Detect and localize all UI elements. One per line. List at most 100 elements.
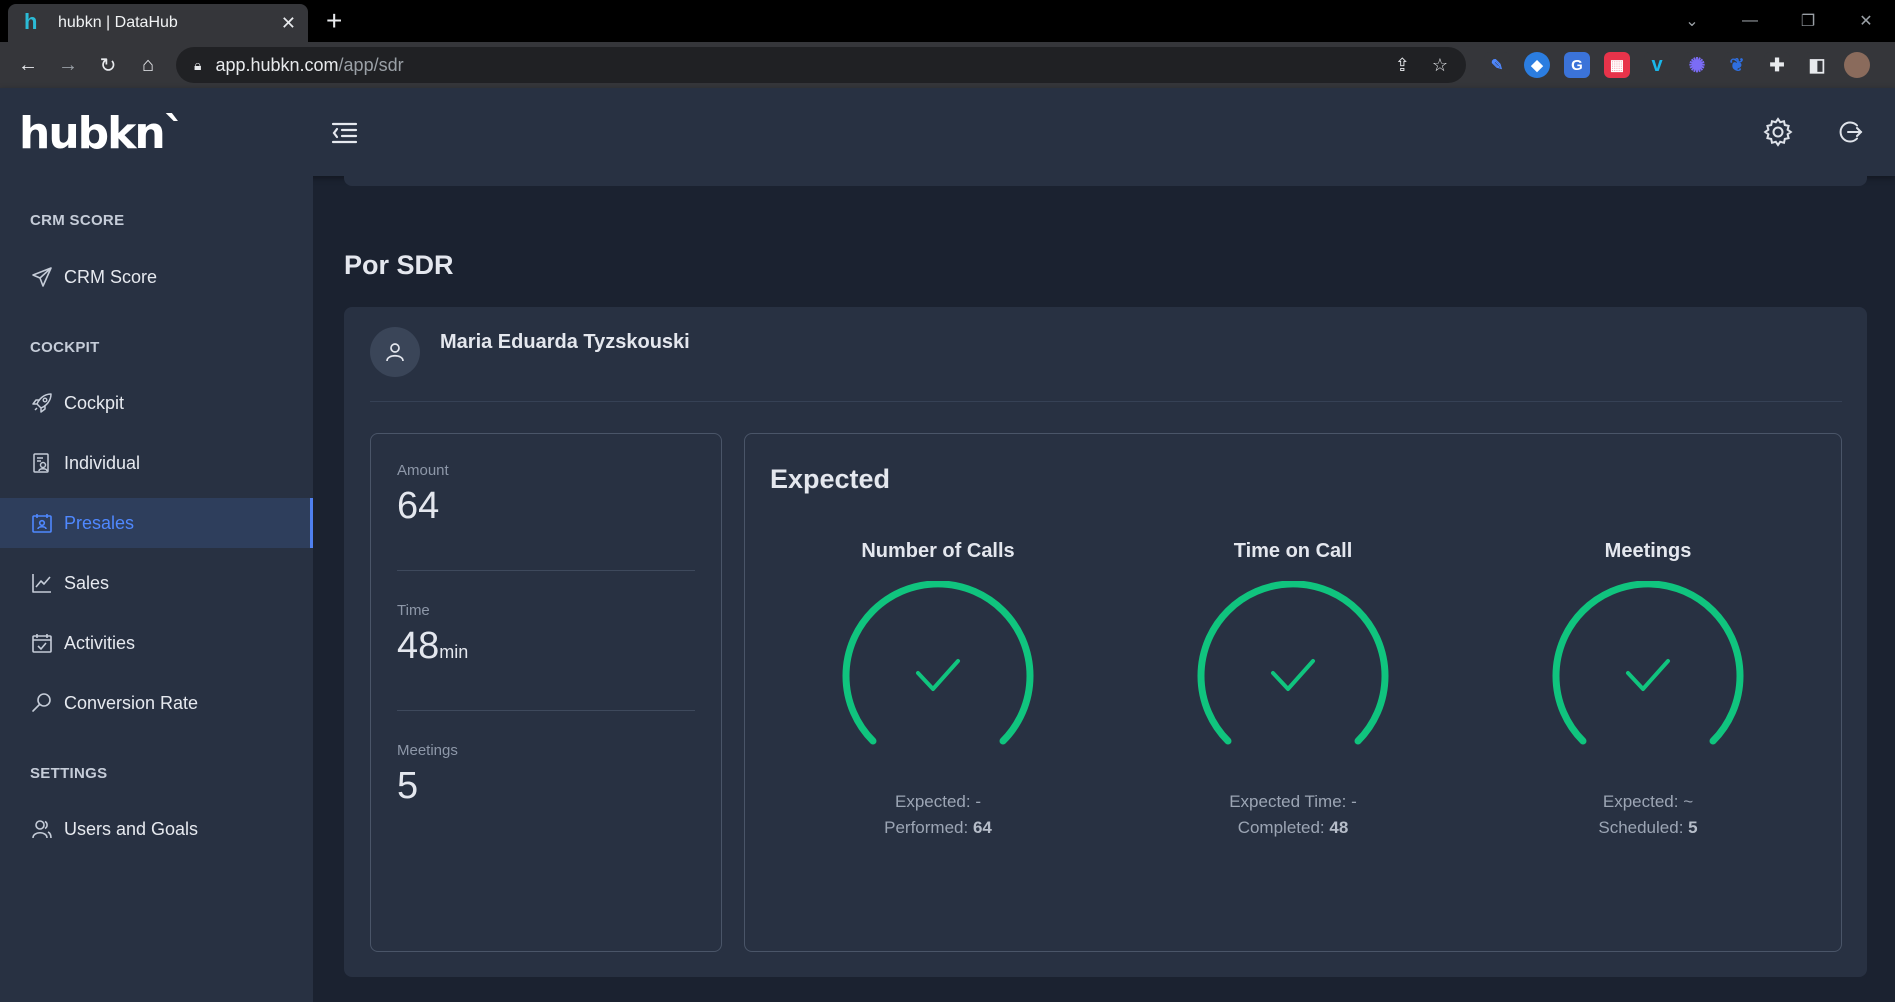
divider (370, 401, 1842, 402)
stats-panel: Amount 64 Time 48min Meetings 5 (370, 433, 722, 952)
side-panel-icon[interactable]: ◧ (1804, 52, 1830, 78)
gauge-meetings: Meetings Expected: ~ Scheduled: 5 (1498, 540, 1798, 841)
close-window-icon[interactable]: ✕ (1837, 11, 1895, 31)
address-bar[interactable]: 🔒︎ app.hubkn.com/app/sdr ⇪ ☆ (176, 47, 1466, 83)
stat-value: 5 (397, 765, 419, 807)
gauge-caption: Expected Time: - Completed: 48 (1229, 792, 1357, 837)
blue-diamond-extension-icon[interactable]: ◆ (1524, 52, 1550, 78)
gauge-time-on-call: Time on Call Expected Time: - Completed:… (1143, 540, 1443, 841)
sidebar-item-crm-score[interactable]: CRM Score (0, 252, 313, 302)
gauge-title: Number of Calls (861, 540, 1015, 562)
settings-gear-icon[interactable] (1762, 116, 1794, 148)
minimize-icon[interactable]: — (1721, 12, 1779, 30)
sidebar-item-label: Activities (64, 632, 136, 653)
sdr-name: Maria Eduarda Tyzskouski (440, 331, 690, 353)
magnifier-icon (30, 691, 54, 715)
feather-extension-icon[interactable]: ❦ (1724, 52, 1750, 78)
send-icon (30, 265, 54, 289)
extensions-area: ✎ ◆ G ▦ v ✺ ❦ ✚ ◧ (1484, 50, 1884, 80)
home-icon[interactable]: ⌂ (128, 54, 168, 77)
gauge-title: Time on Call (1233, 540, 1353, 562)
collapse-menu-icon[interactable] (330, 118, 360, 148)
check-icon (916, 659, 960, 691)
sidebar-item-label: Users and Goals (64, 818, 199, 839)
tab-search-icon[interactable]: ⌄ (1663, 11, 1721, 31)
puzzle-extensions-icon[interactable]: ✚ (1764, 52, 1790, 78)
sidebar-item-activities[interactable]: Activities (0, 618, 313, 668)
stat-value: 64 (397, 485, 440, 527)
gauge-arc (842, 581, 1034, 745)
vimeo-extension-icon[interactable]: v (1644, 52, 1670, 78)
window-controls: ⌄ — ❐ ✕ (1663, 0, 1895, 42)
sidebar-item-individual[interactable]: Individual (0, 438, 313, 488)
stat-label: Amount (397, 462, 449, 479)
line-chart-icon (30, 571, 54, 595)
close-tab-icon[interactable]: ✕ (281, 13, 296, 34)
red-extension-icon[interactable]: ▦ (1604, 52, 1630, 78)
browser-toolbar: ← → ↻ ⌂ 🔒︎ app.hubkn.com/app/sdr ⇪ ☆ ✎ ◆… (0, 42, 1895, 88)
stat-amount: Amount 64 (397, 462, 695, 528)
section-cockpit: COCKPIT (30, 339, 100, 356)
gauge-arc (1197, 581, 1389, 745)
sidebar: CRM SCORE CRM Score COCKPIT Cockpit Indi… (0, 176, 313, 1002)
sdr-card: Maria Eduarda Tyzskouski Amount 64 Time … (344, 307, 1867, 977)
url-text[interactable]: app.hubkn.com/app/sdr (215, 55, 1372, 76)
stat-time: Time 48min (397, 602, 695, 668)
back-icon[interactable]: ← (8, 54, 48, 77)
section-settings: SETTINGS (30, 765, 108, 782)
logout-icon[interactable] (1834, 116, 1866, 148)
hubkn-logo[interactable]: hubkn` (19, 108, 186, 159)
page-title: Por SDR (344, 250, 454, 280)
check-icon (1271, 659, 1315, 691)
forward-icon[interactable]: → (48, 54, 88, 77)
calendar-check-icon (30, 631, 54, 655)
sidebar-item-label: Conversion Rate (64, 692, 199, 713)
gauge-number-of-calls: Number of Calls Expected: - Performed: 6… (788, 540, 1088, 841)
translate-extension-icon[interactable]: G (1564, 52, 1590, 78)
rocket-icon (30, 391, 54, 415)
stat-value: 48min (397, 625, 469, 667)
browser-tab-strip: h hubkn | DataHub ✕ + ⌄ — ❐ ✕ (0, 0, 1895, 42)
new-tab-button[interactable]: + (326, 6, 342, 36)
stat-meetings: Meetings 5 (397, 742, 695, 808)
divider (397, 710, 695, 711)
asterisk-extension-icon[interactable]: ✺ (1684, 52, 1710, 78)
sidebar-item-label: Sales (64, 572, 110, 593)
sidebar-item-label: CRM Score (64, 266, 158, 287)
users-icon (30, 817, 54, 841)
hubkn-favicon-icon: h (24, 9, 38, 34)
restore-icon[interactable]: ❐ (1779, 11, 1837, 31)
lock-icon[interactable]: 🔒︎ (194, 57, 201, 74)
sidebar-item-sales[interactable]: Sales (0, 558, 313, 608)
profile-avatar-icon[interactable] (1844, 52, 1870, 78)
stat-label: Time (397, 602, 430, 619)
pen-extension-icon[interactable]: ✎ (1484, 52, 1510, 78)
gauge-title: Meetings (1604, 540, 1692, 562)
sidebar-item-users-and-goals[interactable]: Users and Goals (0, 804, 313, 854)
sidebar-item-cockpit[interactable]: Cockpit (0, 378, 313, 428)
gauge-caption: Expected: - Performed: 64 (884, 792, 992, 837)
previous-card-bottom (344, 176, 1867, 186)
expected-panel: Expected Number of Calls Expected: - Per… (744, 433, 1842, 952)
avatar (370, 327, 420, 377)
bookmark-star-icon[interactable]: ☆ (1432, 55, 1448, 76)
gauge-caption: Expected: ~ Scheduled: 5 (1598, 792, 1698, 837)
sidebar-item-presales[interactable]: Presales (0, 498, 313, 548)
expected-title: Expected (770, 464, 891, 494)
section-crm-score: CRM SCORE (30, 212, 125, 229)
divider (397, 570, 695, 571)
sidebar-item-label: Presales (64, 512, 135, 533)
share-icon[interactable]: ⇪ (1395, 55, 1410, 76)
user-icon (386, 343, 404, 362)
reload-icon[interactable]: ↻ (88, 53, 128, 78)
tab-title: hubkn | DataHub (58, 14, 178, 31)
sidebar-item-label: Individual (64, 452, 141, 473)
app-header: hubkn` (0, 88, 1895, 176)
check-icon (1626, 659, 1670, 691)
sidebar-item-conversion-rate[interactable]: Conversion Rate (0, 678, 313, 728)
browser-tab[interactable]: h hubkn | DataHub ✕ (8, 4, 308, 42)
person-report-icon (30, 451, 54, 475)
sidebar-item-label: Cockpit (64, 392, 125, 413)
gauge-arc (1552, 581, 1744, 745)
stat-label: Meetings (397, 742, 458, 759)
